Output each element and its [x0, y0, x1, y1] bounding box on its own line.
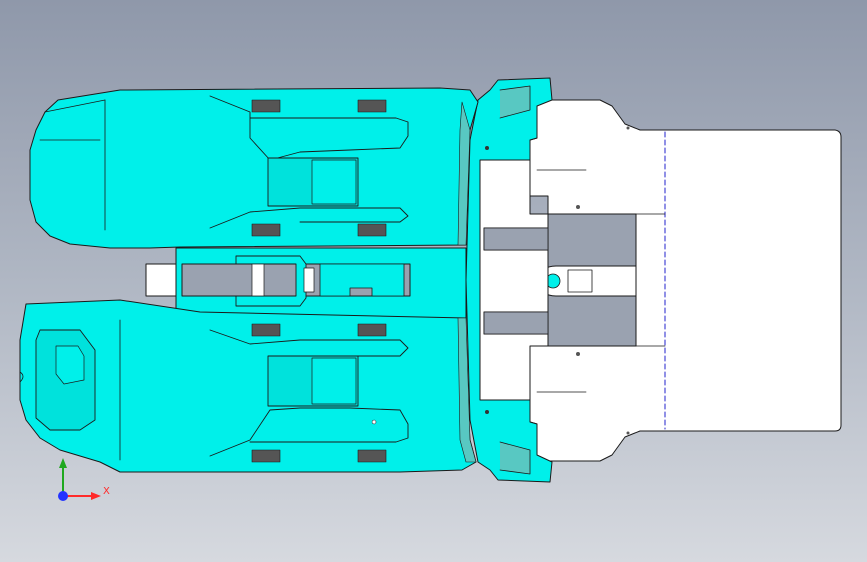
top-seat-window [357, 99, 387, 113]
channel-insert [303, 267, 315, 293]
hole-dot [371, 419, 377, 425]
bottom-seat-window [251, 323, 281, 337]
hole-dot [485, 146, 489, 150]
top-seat[interactable] [29, 87, 479, 249]
bottom-seat[interactable] [19, 299, 477, 473]
hole-dot [626, 431, 630, 435]
bottom-seat-window [357, 323, 387, 337]
graphics-viewport[interactable]: X [0, 0, 867, 562]
hole-dot [485, 410, 489, 414]
center-channel[interactable] [145, 247, 467, 319]
top-seat-window [251, 223, 281, 237]
x-axis-arrow-icon [91, 492, 101, 500]
cad-model[interactable] [0, 0, 867, 562]
bottom-seat-window [357, 449, 387, 463]
right-plate[interactable] [529, 99, 842, 462]
top-seat-window [357, 223, 387, 237]
bottom-seat-window [251, 449, 281, 463]
channel-insert [251, 263, 265, 297]
top-seat-recess [311, 159, 357, 205]
z-axis-origin-icon [58, 491, 68, 501]
channel-end-tab [145, 263, 179, 297]
bracket-window [483, 311, 549, 335]
hole-dot [626, 126, 630, 130]
bottom-seat-recess [311, 357, 357, 405]
hole-dot [576, 352, 580, 356]
plate-tab-block [567, 269, 593, 293]
bottom-seat-pocket [55, 345, 85, 385]
x-axis-label: X [103, 486, 110, 497]
hole-dot [576, 205, 580, 209]
top-seat-window [251, 99, 281, 113]
bracket-window [483, 227, 549, 251]
y-axis-arrow-icon [59, 458, 67, 468]
